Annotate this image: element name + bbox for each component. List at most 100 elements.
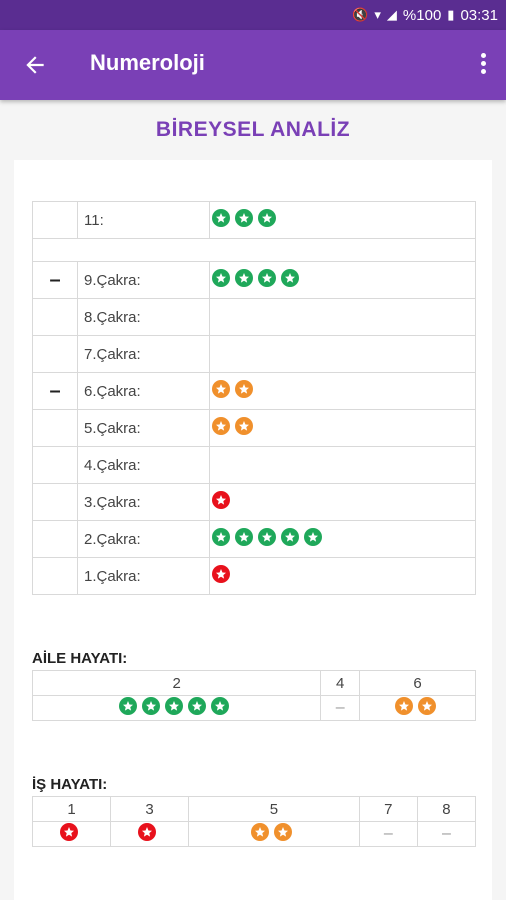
status-bar: 🔇 ▾ ◢ %100 ▮ 03:31 [0,0,506,30]
app-bar: Numeroloji [0,30,506,100]
star-badge-icon [212,209,230,227]
star-rating [119,697,234,715]
star-badge-icon [212,491,230,509]
star-badge-icon [235,269,253,287]
star-badge-icon [212,565,230,583]
chakra-label: 11: [77,201,210,239]
star-badge-icon [304,528,322,546]
star-rating [212,491,235,509]
star-rating [212,380,258,398]
chakra-stars [209,520,476,558]
empty-dash: – [335,699,345,716]
chakra-label: 5.Çakra: [77,409,210,447]
chakra-label: 4.Çakra: [77,446,210,484]
column-stars: – [416,821,477,847]
battery-icon: ▮ [447,7,455,22]
chakra-table: 11: –9.Çakra: 8.Çakra: 7.Çakra: –6.Çakra: 5.Ç… [32,201,476,595]
chakra-stars [209,335,476,373]
star-badge-icon [212,380,230,398]
chakra-stars [209,261,476,299]
more-vert-icon[interactable] [478,50,488,80]
star-badge-icon [281,269,299,287]
clock: 03:31 [460,6,498,24]
column-stars [188,821,360,847]
chakra-label: 3.Çakra: [77,483,210,521]
star-badge-icon [212,528,230,546]
column-stars [359,695,476,721]
arrow-left-icon[interactable] [22,52,48,78]
star-rating [212,269,304,287]
chakra-stars [209,483,476,521]
chakra-stars [209,201,476,239]
row-marker [32,409,78,447]
table-row: 8.Çakra: [32,298,476,336]
chakra-stars [209,409,476,447]
mute-icon: 🔇 [352,7,369,22]
star-badge-icon [235,209,253,227]
aile-table: 246 – [31,670,476,721]
column-stars [31,695,322,721]
row-marker: – [32,372,78,410]
star-badge-icon [235,380,253,398]
star-badge-icon [235,417,253,435]
star-badge-icon [165,697,184,715]
chakra-label: 1.Çakra: [77,557,210,595]
signal-icon: ◢ [386,7,397,22]
column-header: 4 [320,670,360,696]
star-badge-icon [258,209,276,227]
row-marker [32,298,78,336]
table-row: 3.Çakra: [32,483,476,521]
star-badge-icon [273,823,292,841]
column-stars [32,821,111,847]
chakra-label: 6.Çakra: [77,372,210,410]
star-badge-icon [235,528,253,546]
star-rating [250,823,297,841]
column-header: 8 [416,796,477,822]
chakra-label: 9.Çakra: [77,261,210,299]
is-title: İŞ HAYATI: [32,776,108,793]
column-stars: – [320,695,360,721]
star-badge-icon [394,697,413,715]
table-row: –6.Çakra: [32,372,476,410]
table-row: 5.Çakra: [32,409,476,447]
chakra-stars [209,446,476,484]
star-rating [60,823,83,841]
chakra-stars [209,557,476,595]
chakra-label: 7.Çakra: [77,335,210,373]
row-marker [32,557,78,595]
star-badge-icon [211,697,230,715]
spacer-cell [32,238,476,262]
table-row: 11: [32,201,476,239]
column-header: 5 [188,796,360,822]
empty-dash: – [383,825,393,842]
column-header: 1 [32,796,111,822]
row-marker [32,446,78,484]
star-badge-icon [417,697,436,715]
star-badge-icon [119,697,138,715]
row-marker [32,483,78,521]
star-rating [212,417,258,435]
wifi-icon: ▾ [374,7,381,22]
column-header: 6 [359,670,476,696]
table-row: 7.Çakra: [32,335,476,373]
empty-dash: – [441,825,451,842]
column-header: 2 [31,670,322,696]
app-title: Numeroloji [90,50,205,75]
column-stars [110,821,189,847]
star-badge-icon [258,528,276,546]
star-badge-icon [250,823,269,841]
star-rating [394,697,441,715]
star-badge-icon [258,269,276,287]
column-header: 7 [358,796,418,822]
star-rating [212,565,235,583]
chakra-stars [209,372,476,410]
table-row: –9.Çakra: [32,261,476,299]
chakra-label: 8.Çakra: [77,298,210,336]
analysis-card: 11: –9.Çakra: 8.Çakra: 7.Çakra: –6.Çakra: 5.Ç… [14,160,492,900]
table-row: 1.Çakra: [32,557,476,595]
table-row: 2.Çakra: [32,520,476,558]
aile-title: AİLE HAYATI: [32,650,128,667]
star-badge-icon [138,823,156,841]
star-rating [212,528,327,546]
page-title: BİREYSEL ANALİZ [155,118,351,141]
